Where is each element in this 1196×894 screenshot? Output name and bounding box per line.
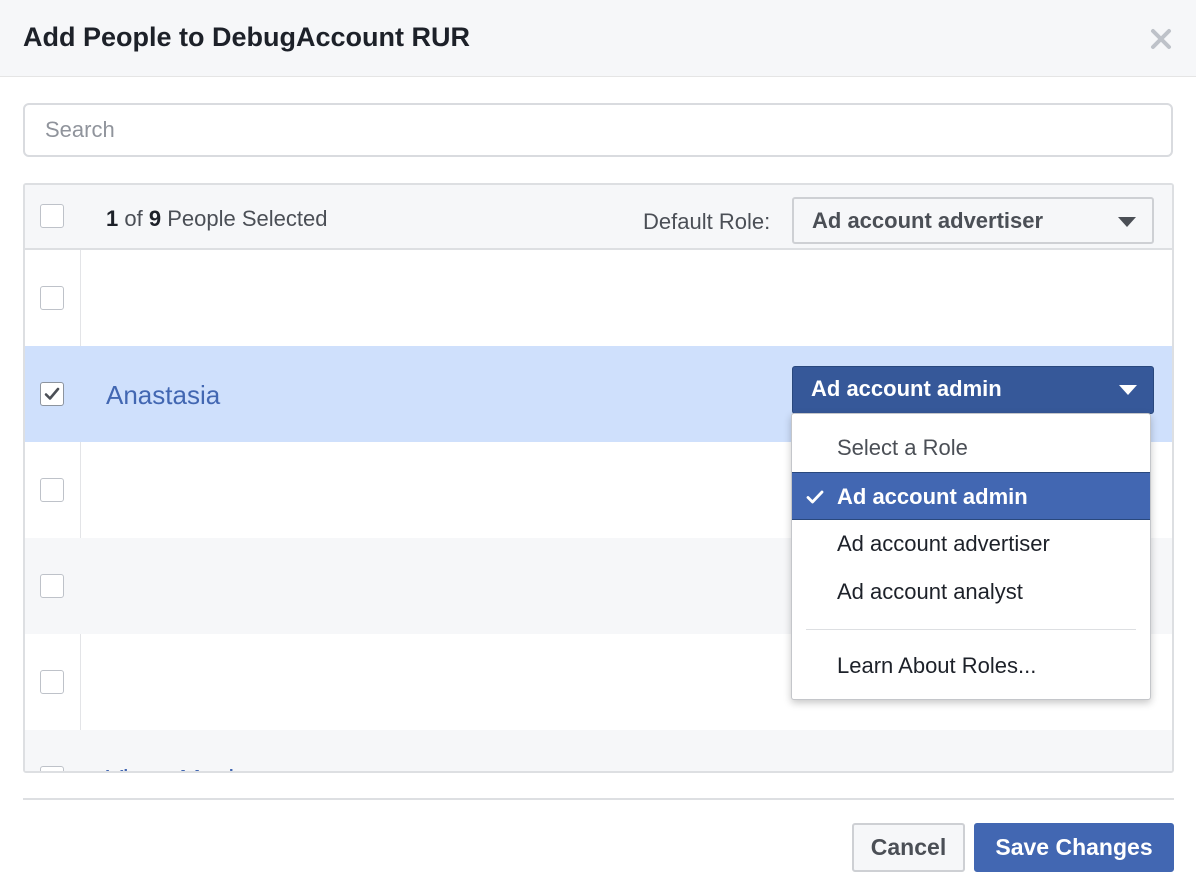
caret-down-icon: [1119, 385, 1137, 395]
role-select-value: Ad account admin: [811, 376, 1002, 401]
cancel-button[interactable]: Cancel: [852, 823, 965, 872]
menu-item-learn-about-roles[interactable]: Learn About Roles...: [792, 642, 1150, 690]
row-checkbox[interactable]: [40, 478, 64, 502]
menu-item-ad-account-analyst[interactable]: Ad account analyst: [792, 568, 1150, 616]
row-checkbox[interactable]: [40, 766, 64, 771]
role-dropdown-menu: Select a Role Ad account admin Ad accoun…: [791, 413, 1151, 700]
default-role-value: Ad account advertiser: [812, 208, 1044, 233]
total-count: 9: [148, 206, 162, 231]
row-checkbox[interactable]: [40, 286, 64, 310]
menu-divider: [806, 629, 1136, 630]
select-all-checkbox[interactable]: [40, 204, 64, 228]
row-checkbox[interactable]: [40, 382, 64, 406]
checkmark-icon: [44, 387, 60, 400]
menu-item-ad-account-admin[interactable]: Ad account admin: [792, 472, 1150, 520]
checkmark-icon: [806, 490, 824, 504]
save-changes-button[interactable]: Save Changes: [974, 823, 1174, 872]
default-role-label: Default Role:: [643, 209, 771, 234]
table-row[interactable]: Victor Mack: [25, 730, 1172, 771]
caret-down-icon: [1118, 217, 1136, 227]
row-checkbox[interactable]: [40, 574, 64, 598]
menu-item-ad-account-advertiser[interactable]: Ad account advertiser: [792, 520, 1150, 568]
dialog-header: Add People to DebugAccount RUR: [0, 0, 1196, 77]
people-selected-text: People Selected: [167, 206, 328, 231]
footer-divider: [23, 798, 1174, 800]
selected-count: 1: [106, 206, 119, 231]
of-text: of: [124, 206, 143, 231]
person-name[interactable]: Anastasia: [106, 380, 220, 411]
search-input[interactable]: [23, 103, 1173, 157]
default-role-select[interactable]: Ad account advertiser: [792, 197, 1154, 244]
table-row[interactable]: [25, 250, 1172, 346]
menu-item-label: Ad account admin: [837, 484, 1028, 509]
row-checkbox[interactable]: [40, 670, 64, 694]
dialog-title: Add People to DebugAccount RUR: [23, 22, 470, 52]
list-header: 1 of 9 People Selected Default Role: Ad …: [25, 185, 1172, 250]
role-select[interactable]: Ad account admin: [792, 366, 1154, 414]
close-icon[interactable]: [1144, 22, 1178, 56]
person-name[interactable]: Victor Mack: [106, 764, 241, 771]
menu-item-select-role[interactable]: Select a Role: [792, 424, 1150, 472]
selected-count-text: 1 of 9 People Selected: [106, 206, 327, 232]
